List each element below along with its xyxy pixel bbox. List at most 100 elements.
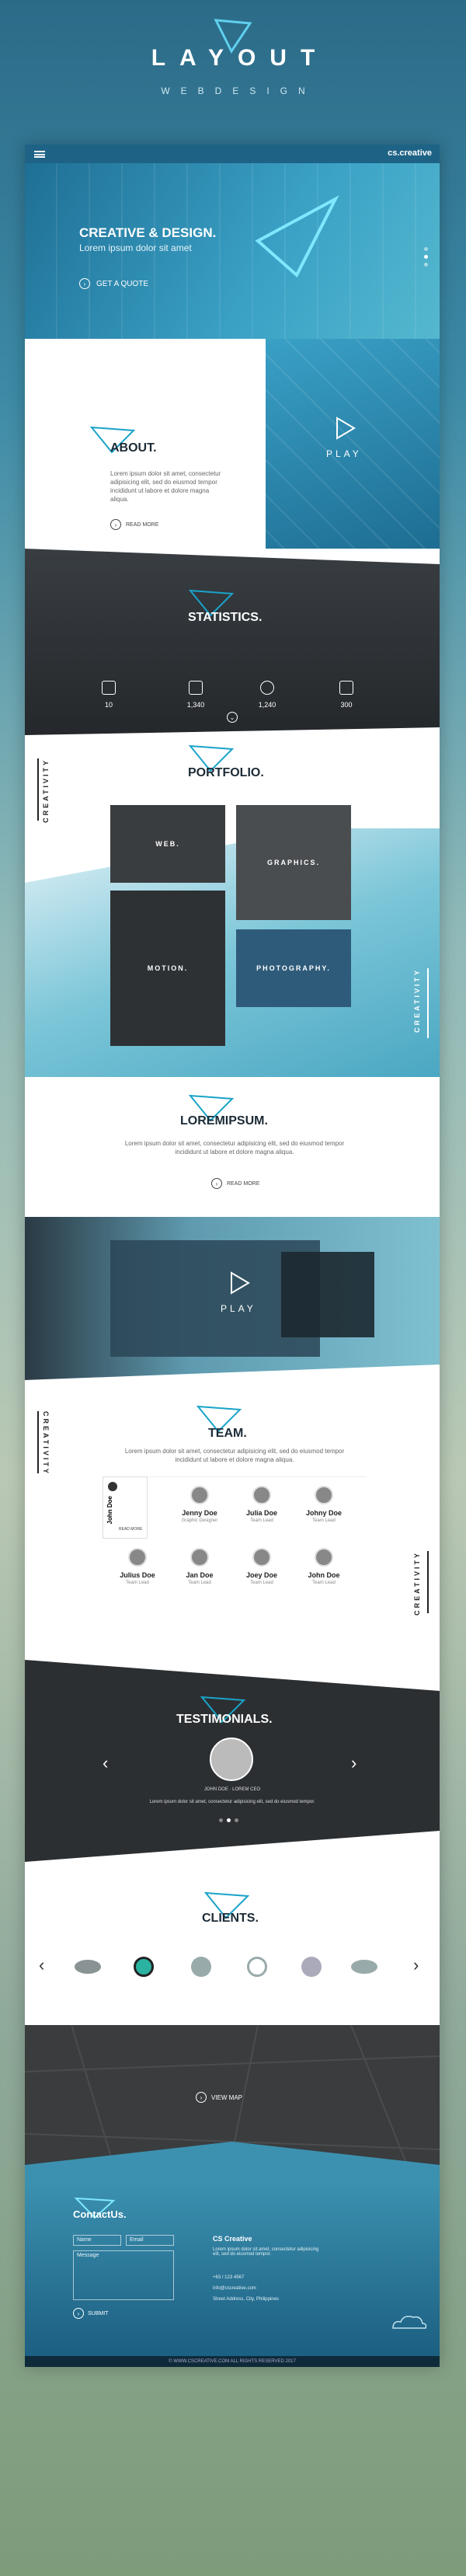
get-quote-label: GET A QUOTE <box>96 279 149 288</box>
scroll-down-icon[interactable]: ⌄ <box>227 712 238 723</box>
arrow-right-icon: › <box>110 519 121 530</box>
video-section: PLAY <box>25 1217 440 1396</box>
clients-title: CLIENTS. <box>202 1912 259 1925</box>
top-nav-bar: cs.creative <box>25 145 440 163</box>
stat-item: 1,340 <box>172 681 219 709</box>
team-featured-card[interactable]: John Doe READ MORE <box>103 1476 148 1539</box>
play-label: PLAY <box>221 1303 256 1314</box>
avatar <box>315 1486 333 1504</box>
team-member[interactable]: Jan Doe Team Lead <box>172 1548 227 1585</box>
portfolio-tile-photography[interactable]: PHOTOGRAPHY. <box>236 929 351 1007</box>
about-play-button[interactable]: PLAY <box>326 417 362 459</box>
avatar <box>128 1548 147 1567</box>
client-logo[interactable] <box>351 1960 377 1974</box>
team-member[interactable]: Joey Doe Team Lead <box>235 1548 289 1585</box>
lorem-read-more[interactable]: › READ MORE <box>211 1178 259 1189</box>
arrow-right-icon: › <box>211 1178 222 1189</box>
lorem-text: Lorem ipsum dolor sit amet, consectetur … <box>124 1140 345 1156</box>
featured-name: John Doe <box>106 1496 113 1525</box>
name-field[interactable]: Name <box>73 2235 121 2246</box>
team-member[interactable]: John Doe Team Lead <box>297 1548 351 1585</box>
contact-address: Street Address, City, Philippines <box>213 2297 279 2302</box>
team-member[interactable]: Julia Doe Team Lead <box>235 1486 289 1523</box>
brand-header: LAYOUT WEBDESIGN <box>0 0 466 140</box>
cup-icon <box>339 681 353 695</box>
message-field[interactable]: Message <box>73 2250 174 2300</box>
slider-dot[interactable] <box>424 263 428 267</box>
portfolio-side-label: CREATIVITY <box>42 758 50 823</box>
slider-dot-active[interactable] <box>424 255 428 259</box>
client-logo[interactable] <box>247 1957 267 1977</box>
play-icon <box>230 1271 250 1295</box>
stats-title: STATISTICS. <box>188 611 263 624</box>
map-shape <box>25 2142 440 2180</box>
camera-icon <box>102 681 116 695</box>
testimonial-dots[interactable] <box>219 1818 238 1822</box>
prev-arrow-icon[interactable]: ‹ <box>103 1753 108 1773</box>
about-title: ABOUT. <box>110 441 157 455</box>
hero-lead: Lorem ipsum dolor sit amet <box>79 242 192 253</box>
about-read-more[interactable]: › READ MORE <box>110 519 158 530</box>
clients-next-icon[interactable]: › <box>413 1955 419 1975</box>
loremipsum-section: LOREMIPSUM. Lorem ipsum dolor sit amet, … <box>25 1077 440 1217</box>
hero-section: CREATIVE & DESIGN. Lorem ipsum dolor sit… <box>25 163 440 339</box>
view-map-button[interactable]: › VIEW MAP <box>196 2092 242 2103</box>
cloud-icon <box>392 2316 427 2329</box>
arrow-right-icon: › <box>79 278 90 289</box>
contact-title: ContactUs. <box>73 2208 127 2220</box>
client-logo[interactable] <box>75 1960 101 1974</box>
team-section: CREATIVITY TEAM. Lorem ipsum dolor sit a… <box>25 1396 440 1660</box>
next-arrow-icon[interactable]: › <box>351 1753 356 1773</box>
stat-item: 10 <box>85 681 132 709</box>
get-quote-button[interactable]: › GET A QUOTE <box>79 278 148 289</box>
team-member[interactable]: Jenny Doe Graphic Designer <box>172 1486 227 1523</box>
slider-dot[interactable] <box>424 247 428 251</box>
arrow-right-icon: › <box>196 2092 207 2103</box>
arrow-right-icon: › <box>73 2308 84 2319</box>
portfolio-shape <box>25 797 440 883</box>
team-member[interactable]: Johny Doe Team Lead <box>297 1486 351 1523</box>
site-tag[interactable]: cs.creative <box>388 148 432 158</box>
contact-email[interactable]: info@cscreative.com <box>213 2286 256 2291</box>
contact-phone: +63 / 123 4567 <box>213 2275 245 2280</box>
video-play-button[interactable]: PLAY <box>221 1271 256 1314</box>
read-more-label: READ MORE <box>126 521 159 528</box>
team-side-label-right: CREATIVITY <box>413 1551 421 1616</box>
client-logo[interactable] <box>134 1957 154 1977</box>
featured-read-more[interactable]: READ MORE <box>119 1527 142 1532</box>
play-label: PLAY <box>326 448 362 459</box>
client-logo[interactable] <box>301 1957 322 1977</box>
portfolio-tile-graphics[interactable]: GRAPHICS. <box>236 805 351 920</box>
portfolio-tile-motion[interactable]: MOTION. <box>110 891 225 1046</box>
hero-slider-dots[interactable] <box>424 247 429 270</box>
team-member[interactable]: Julius Doe Team Lead <box>110 1548 165 1585</box>
team-title: TEAM. <box>208 1427 247 1440</box>
portfolio-title: PORTFOLIO. <box>188 766 264 779</box>
clients-prev-icon[interactable]: ‹ <box>39 1955 44 1975</box>
testi-title: TESTIMONIALS. <box>176 1713 273 1726</box>
avatar <box>108 1482 117 1491</box>
map-section: › VIEW MAP <box>25 2025 440 2180</box>
brand-subtitle: WEBDESIGN <box>161 85 316 96</box>
hero-triangle-icon <box>255 195 339 278</box>
company-name: CS Creative <box>213 2235 252 2243</box>
about-section: ABOUT. Lorem ipsum dolor sit amet, conse… <box>25 339 440 564</box>
email-field[interactable]: Email <box>126 2235 174 2246</box>
pen-icon <box>189 681 203 695</box>
avatar <box>252 1486 271 1504</box>
lorem-title: LOREMIPSUM. <box>180 1114 268 1128</box>
portfolio-section: CREATIVITY PORTFOLIO. WEB. GRAPHICS. MOT… <box>25 735 440 1077</box>
submit-button[interactable]: › SUBMIT <box>73 2308 108 2319</box>
portfolio-side-label-right: CREATIVITY <box>413 968 421 1033</box>
client-logo[interactable] <box>191 1957 211 1977</box>
footer: © WWW.CSCREATIVE.COM ALL RIGHTS RESERVED… <box>25 2356 440 2367</box>
brand-title: LAYOUT <box>151 45 329 71</box>
testimonial-quote: Lorem ipsum dolor sit amet, consectetur … <box>149 1800 315 1804</box>
portfolio-tile-web[interactable]: WEB. <box>110 805 225 883</box>
testimonials-section: TESTIMONIALS. JOHN DOE · LOREM CEO Lorem… <box>25 1660 440 1877</box>
read-more-label: READ MORE <box>227 1180 260 1187</box>
statistics-section: STATISTICS. 10 1,340 1,240 300 ⌄ <box>25 549 440 735</box>
gear-icon <box>260 681 274 695</box>
avatar <box>190 1486 209 1504</box>
hamburger-menu-icon[interactable] <box>34 151 45 158</box>
